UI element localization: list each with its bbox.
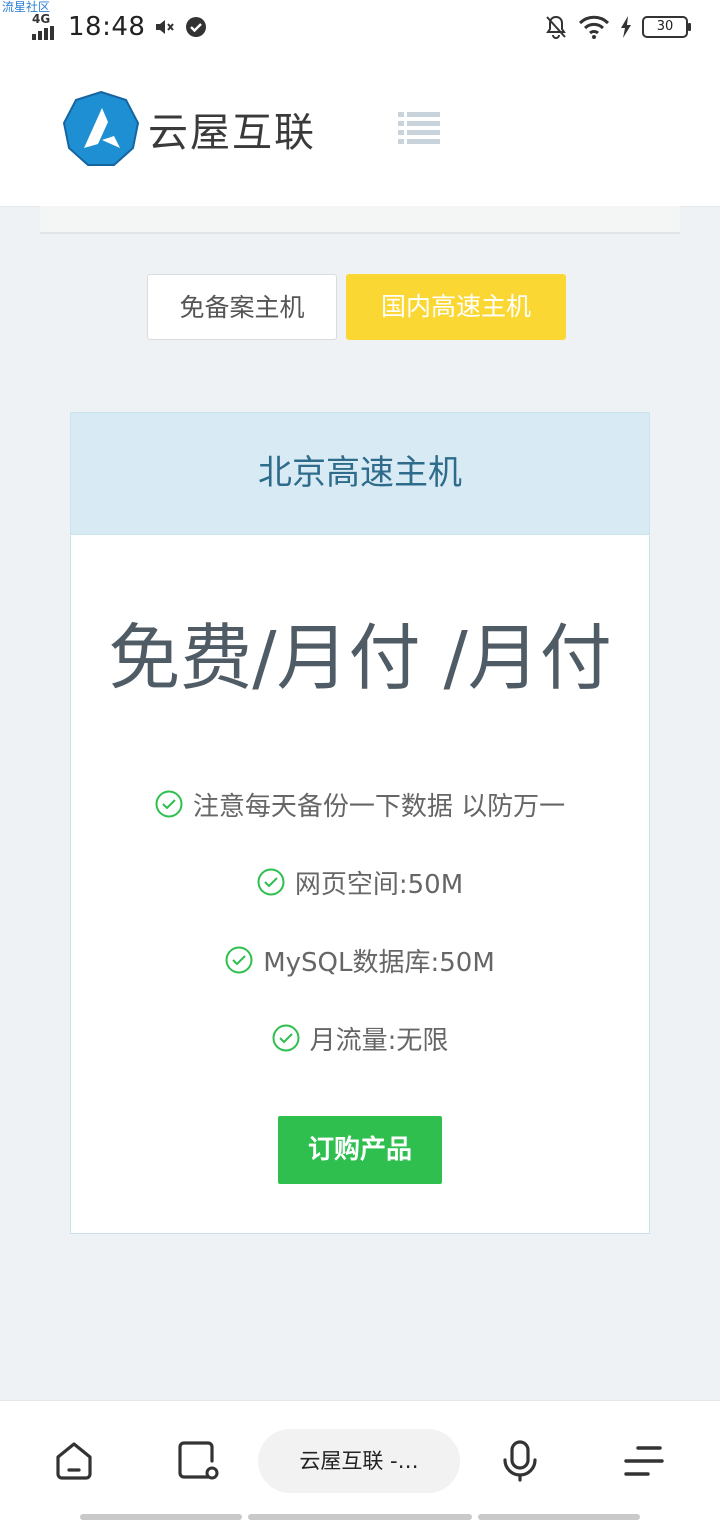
plan-card: 北京高速主机 免费/月付 /月付 注意每天备份一下数据 以防万一 网页空间:50… [70, 412, 650, 1234]
charging-icon [621, 16, 631, 38]
microphone-icon[interactable] [498, 1439, 542, 1483]
cellular-signal-icon: 4G [30, 12, 60, 42]
site-header: 云屋互联 [0, 60, 720, 207]
bell-off-icon [546, 15, 566, 39]
mute-icon [156, 20, 175, 34]
menu-list-icon[interactable] [398, 112, 440, 146]
feature-item: MySQL数据库:50M [71, 921, 649, 999]
plan-title: 北京高速主机 [71, 413, 649, 535]
tab-domestic-hosting[interactable]: 国内高速主机 [346, 274, 566, 340]
menu-icon[interactable] [622, 1439, 666, 1483]
feature-item: 注意每天备份一下数据 以防万一 [71, 765, 649, 843]
battery-level: 30 [656, 19, 674, 34]
feature-label: 注意每天备份一下数据 以防万一 [192, 791, 566, 822]
check-circle-icon [186, 17, 207, 37]
nav-indicator [80, 1514, 242, 1520]
wifi-icon [578, 15, 610, 39]
feature-label: 网页空间:50M [294, 869, 464, 900]
check-icon [225, 946, 253, 974]
nav-indicator [478, 1514, 640, 1520]
nav-indicator [248, 1514, 472, 1520]
battery-icon: 30 [642, 16, 691, 38]
browser-toolbar: 云屋互联 -… [0, 1400, 720, 1521]
check-icon [257, 868, 285, 896]
home-icon[interactable] [52, 1439, 96, 1483]
clock: 18:48 [68, 12, 146, 42]
address-bar[interactable]: 云屋互联 -… [258, 1429, 460, 1493]
feature-item: 月流量:无限 [71, 999, 649, 1077]
plan-price: 免费/月付 /月付 [108, 616, 612, 700]
check-icon [155, 790, 183, 818]
order-button[interactable]: 订购产品 [278, 1116, 442, 1184]
status-bar: 4G 18:48 30 [0, 0, 720, 60]
tab-free-hosting[interactable]: 免备案主机 [147, 274, 337, 340]
site-logo[interactable]: 云屋互联 [62, 90, 316, 168]
feature-label: MySQL数据库:50M [263, 947, 495, 978]
feature-label: 月流量:无限 [309, 1025, 449, 1056]
logo-text: 云屋互联 [148, 110, 316, 156]
content-divider [40, 206, 680, 234]
logo-icon [62, 90, 140, 166]
watermark: 流星社区 [2, 0, 51, 14]
feature-item: 网页空间:50M [71, 843, 649, 921]
feature-list: 注意每天备份一下数据 以防万一 网页空间:50M MySQL数据库:50M 月流… [71, 765, 649, 1077]
tabs-icon[interactable] [176, 1439, 220, 1483]
check-icon [272, 1024, 300, 1052]
